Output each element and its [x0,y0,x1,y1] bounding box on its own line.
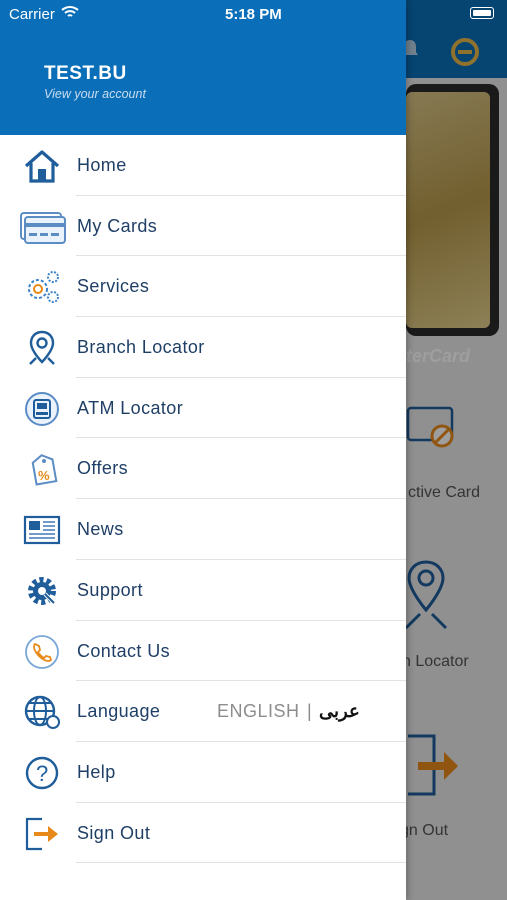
menu-label-support: Support [77,579,143,600]
location-pin-icon [29,330,55,365]
view-account-link[interactable]: View your account [44,87,146,101]
menu-label-contact-us: Contact Us [77,640,171,661]
menu-item-language: Language ENGLISH | عربى [0,681,406,742]
wifi-icon [61,6,79,17]
drawer-overlay[interactable] [406,0,507,900]
support-gear-icon [28,576,56,605]
status-bar: Carrier 5:18 PM [0,0,507,28]
sign-out-icon [25,817,58,850]
help-icon: ? [25,756,59,790]
menu-label-home: Home [77,155,127,175]
language-arabic-option[interactable]: عربى [319,701,360,722]
drawer-menu: Home My Cards Services Branch Locator AT… [0,135,406,864]
menu-item-services[interactable]: Services [0,256,406,318]
menu-label-sign-out: Sign Out [77,822,151,843]
cards-icon [20,211,66,244]
battery-icon [470,7,494,19]
carrier-label: Carrier [9,6,55,23]
language-separator: | [307,701,312,722]
menu-item-sign-out[interactable]: Sign Out [0,803,406,864]
menu-item-atm-locator[interactable]: ATM Locator [0,378,406,439]
menu-label-atm-locator: ATM Locator [77,397,184,418]
menu-label-help: Help [77,761,116,782]
atm-icon [25,391,59,426]
menu-item-branch-locator[interactable]: Branch Locator [0,317,406,378]
menu-item-home[interactable]: Home [0,135,406,196]
menu-label-services: Services [77,276,150,297]
menu-label-offers: Offers [77,458,129,479]
menu-label-language: Language [77,701,161,722]
globe-icon [24,695,60,730]
menu-item-support[interactable]: Support [0,560,406,621]
menu-item-contact-us[interactable]: Contact Us [0,621,406,682]
menu-label-branch-locator: Branch Locator [77,337,205,358]
svg-text:%: % [38,468,50,483]
offer-tag-icon: % [31,454,58,487]
menu-item-help[interactable]: ? Help [0,742,406,803]
phone-icon [25,634,59,669]
menu-label-news: News [77,519,124,540]
menu-item-offers[interactable]: % Offers [0,438,406,500]
svg-text:?: ? [36,761,48,786]
status-time: 5:18 PM [225,6,282,23]
gears-icon [28,271,59,304]
home-icon [24,150,60,183]
menu-item-my-cards[interactable]: My Cards [0,196,406,257]
account-name: TEST.BU [44,63,127,84]
menu-item-news[interactable]: News [0,499,406,560]
language-english-option[interactable]: ENGLISH [217,701,300,722]
newspaper-icon [23,516,61,545]
navigation-drawer: TEST.BU View your account Home My Cards [0,0,406,900]
menu-label-my-cards: My Cards [77,215,158,236]
